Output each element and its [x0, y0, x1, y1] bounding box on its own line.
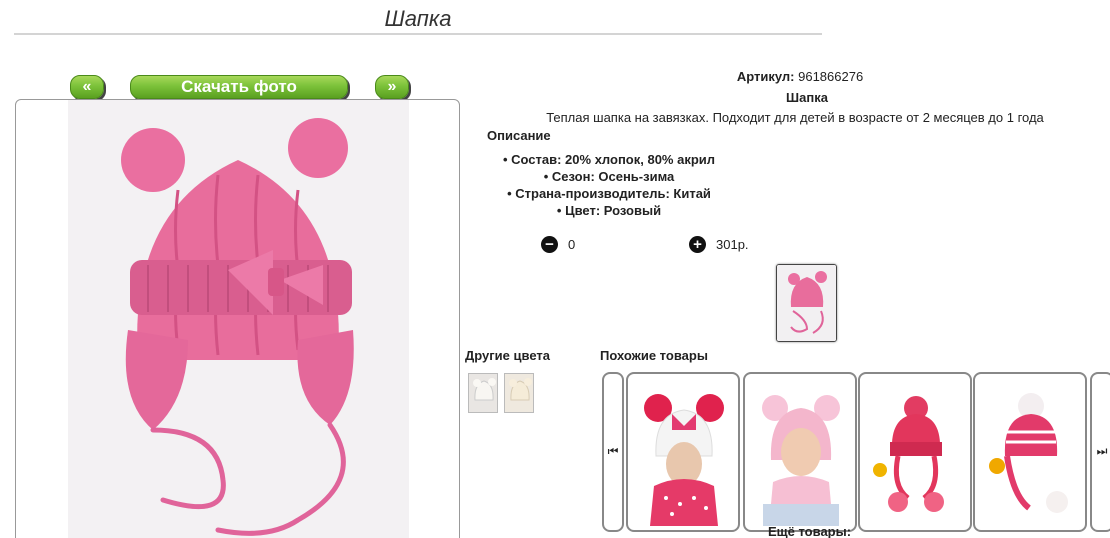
- similar-product-card[interactable]: [858, 372, 972, 532]
- similar-products-heading: Похожие товары: [600, 348, 708, 363]
- product-properties: Состав: 20% хлопок, 80% акрил Сезон: Осе…: [480, 151, 738, 219]
- other-colors-heading: Другие цвета: [465, 348, 550, 363]
- quantity-control: − 0: [541, 236, 575, 253]
- property-color: Цвет: Розовый: [480, 202, 738, 219]
- property-country: Страна-производитель: Китай: [480, 185, 738, 202]
- similar-product-card[interactable]: [973, 372, 1087, 532]
- product-thumbnail[interactable]: [776, 264, 837, 342]
- thumbnail-image: [777, 265, 836, 341]
- product-name: Шапка: [786, 90, 828, 105]
- prev-photo-button[interactable]: «: [70, 75, 104, 99]
- product-photo-frame: [15, 99, 460, 538]
- article-line: Артикул: 961866276: [600, 69, 1000, 84]
- minus-circle-icon[interactable]: −: [541, 236, 558, 253]
- download-photo-button[interactable]: Скачать фото: [130, 75, 348, 99]
- price-value: 301р.: [716, 237, 749, 252]
- carousel-prev-icon[interactable]: ⏮: [602, 372, 624, 532]
- article-label: Артикул:: [736, 69, 795, 84]
- product-photo[interactable]: [68, 100, 409, 538]
- quantity-value: 0: [568, 237, 576, 252]
- add-to-cart-control: + 301р.: [689, 236, 749, 253]
- color-variant-white[interactable]: [468, 373, 498, 413]
- similar-product-card[interactable]: [743, 372, 857, 532]
- page-title: Шапка: [384, 6, 452, 31]
- carousel-next-icon[interactable]: ⏭: [1090, 372, 1110, 532]
- similar-product-card[interactable]: [626, 372, 740, 532]
- product-description: Теплая шапка на завязках. Подходит для д…: [546, 110, 1044, 125]
- plus-circle-icon[interactable]: +: [689, 236, 706, 253]
- more-products-label: Ещё товары:: [768, 524, 852, 538]
- article-value: 961866276: [798, 69, 864, 84]
- title-divider: [14, 33, 822, 35]
- property-composition: Состав: 20% хлопок, 80% акрил: [480, 151, 738, 168]
- next-photo-button[interactable]: »: [375, 75, 409, 99]
- color-variant-beige[interactable]: [504, 373, 534, 413]
- property-season: Сезон: Осень-зима: [480, 168, 738, 185]
- description-heading: Описание: [487, 128, 551, 143]
